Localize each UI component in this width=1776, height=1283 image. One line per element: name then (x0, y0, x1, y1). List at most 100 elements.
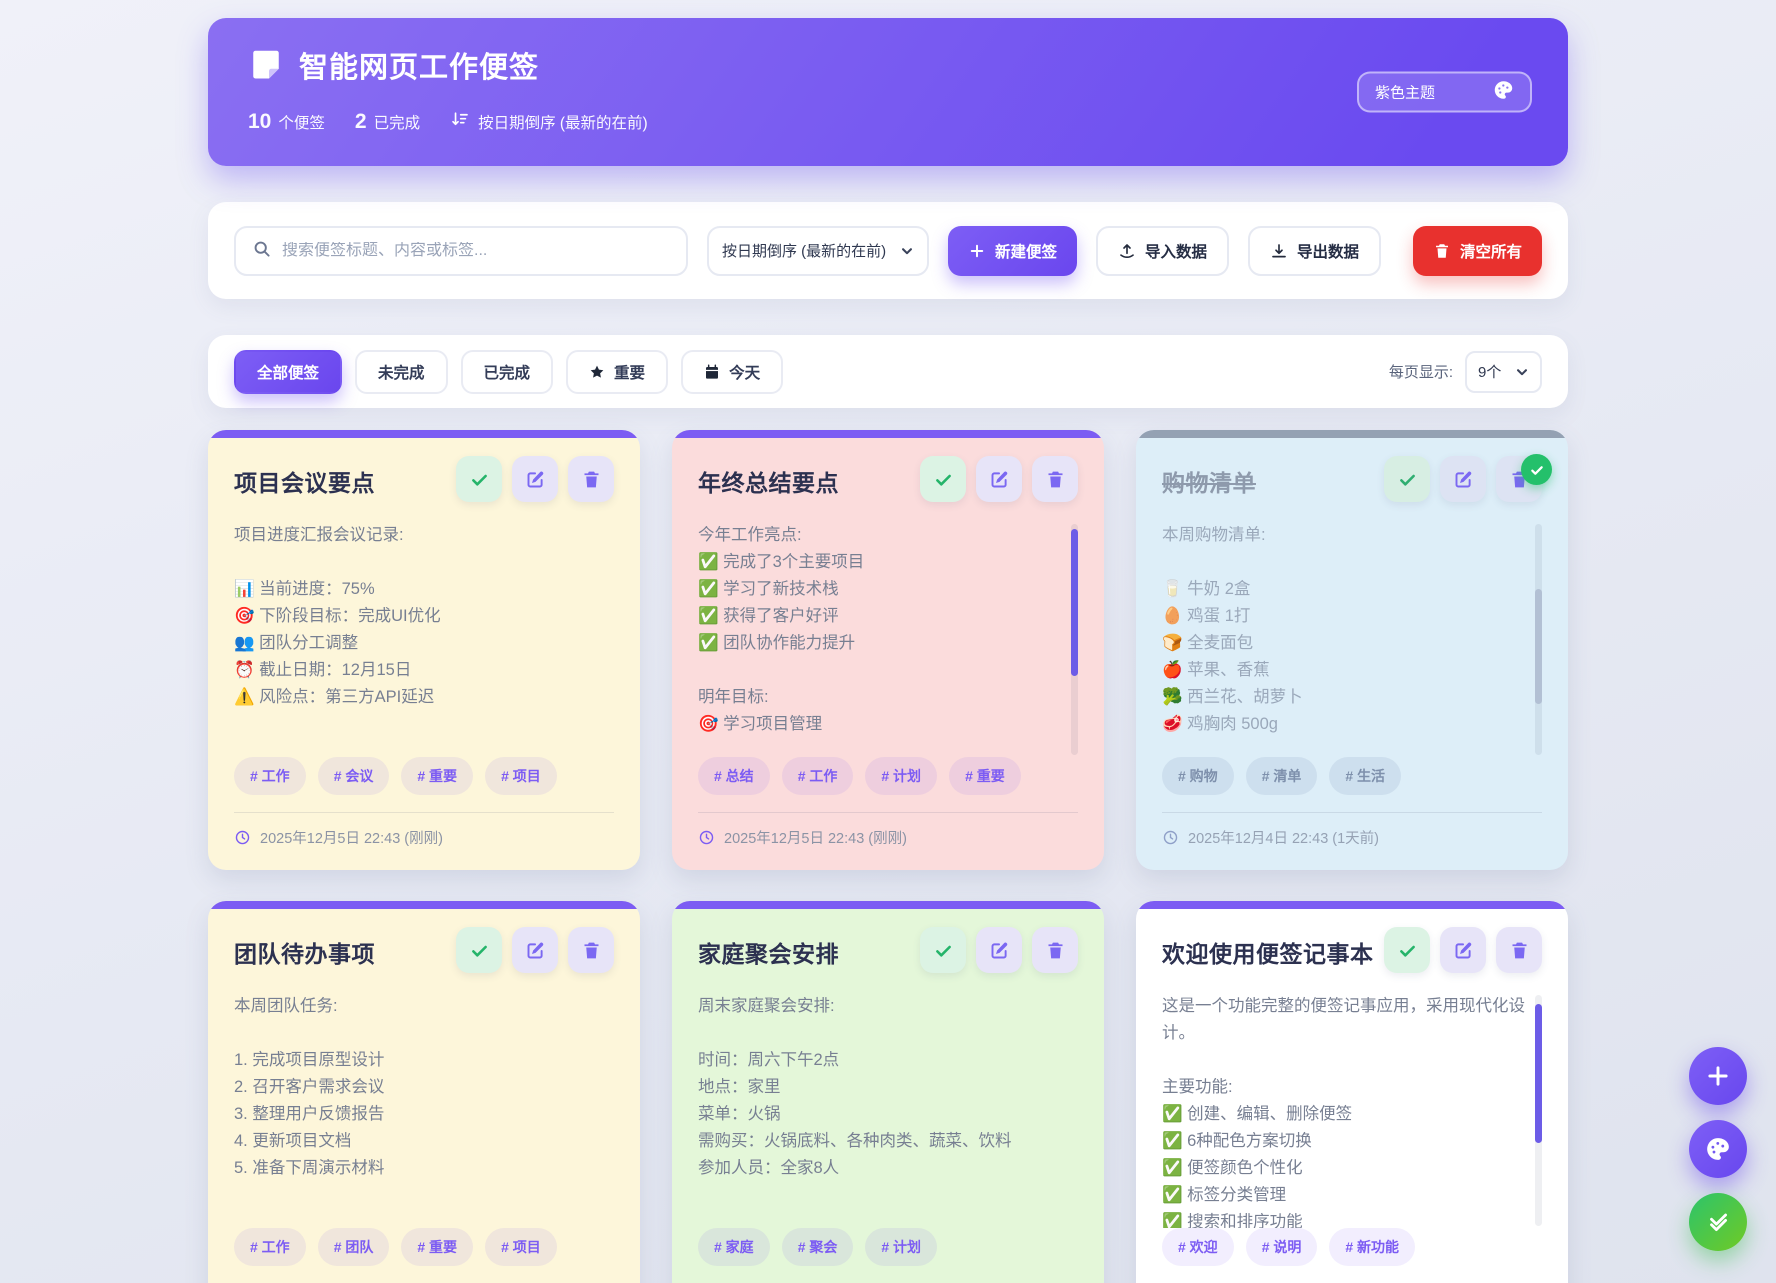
edit-note-button[interactable] (512, 456, 558, 502)
note-actions (1384, 927, 1542, 973)
note-tag: # 总结 (698, 757, 770, 795)
complete-note-button[interactable] (456, 927, 502, 973)
complete-note-button[interactable] (1384, 927, 1430, 973)
new-note-label: 新建便签 (995, 240, 1057, 262)
fab-theme-button[interactable] (1689, 1120, 1747, 1178)
note-content-line (1162, 549, 1526, 576)
note-content-line: 🥛 牛奶 2盒 (1162, 576, 1526, 603)
fab-add-note-button[interactable] (1689, 1047, 1747, 1105)
note-content-line: 这是一个功能完整的便签记事应用，采用现代化设计。 (1162, 993, 1526, 1047)
edit-note-button[interactable] (1440, 456, 1486, 502)
scrollbar-thumb[interactable] (1535, 1004, 1542, 1143)
chevron-down-icon (900, 244, 914, 258)
note-tag: # 计划 (865, 1228, 937, 1266)
delete-note-button[interactable] (1032, 456, 1078, 502)
note-scrollbar[interactable] (1535, 524, 1542, 755)
note-content: 周末家庭聚会安排:时间：周六下午2点地点：家里菜单：火锅需购买：火锅底料、各种肉… (698, 993, 1078, 1228)
note-logo-icon (248, 47, 284, 83)
complete-note-button[interactable] (456, 456, 502, 502)
theme-button[interactable]: 紫色主题 (1357, 72, 1532, 113)
app-header: 智能网页工作便签 10个便签2已完成 按日期倒序 (最新的在前) 紫色主题 (208, 18, 1568, 166)
plus-icon (1705, 1063, 1731, 1089)
per-page-select[interactable]: 9个 (1465, 351, 1542, 393)
check-icon (1397, 940, 1418, 961)
chevron-down-icon (1515, 365, 1529, 379)
filter-tab-未完成[interactable]: 未完成 (355, 350, 448, 394)
note-content-line: 👥 团队分工调整 (234, 630, 598, 657)
edit-note-button[interactable] (976, 456, 1022, 502)
note-footer: 2025年12月5日 22:43 (刚刚) (234, 812, 614, 848)
note-content-line: 明年目标: (698, 684, 1062, 711)
note-title: 家庭聚会安排 (698, 927, 839, 969)
note-content-line: ✅ 6种配色方案切换 (1162, 1128, 1526, 1155)
delete-note-button[interactable] (1496, 927, 1542, 973)
note-content-line: 5. 准备下周演示材料 (234, 1155, 598, 1182)
import-data-button[interactable]: 导入数据 (1096, 226, 1229, 276)
note-tag: # 计划 (865, 757, 937, 795)
plus-icon (968, 242, 986, 260)
note-content-line: 本周购物清单: (1162, 522, 1526, 549)
note-footer: 2025年12月5日 22:43 (刚刚) (698, 812, 1078, 848)
delete-note-button[interactable] (568, 456, 614, 502)
note-tags: # 总结# 工作# 计划# 重要 (698, 757, 1078, 812)
note-content: 今年工作亮点:✅ 完成了3个主要项目✅ 学习了新技术栈✅ 获得了客户好评✅ 团队… (698, 522, 1078, 757)
filter-tab-今天[interactable]: 今天 (681, 350, 783, 394)
note-tag: # 团队 (318, 1228, 390, 1266)
edit-note-button[interactable] (1440, 927, 1486, 973)
scrollbar-thumb[interactable] (1535, 589, 1542, 705)
check-icon (469, 469, 490, 490)
note-content-line: 参加人员：全家8人 (698, 1155, 1062, 1182)
sort-status: 按日期倒序 (最新的在前) (450, 110, 648, 134)
note-tag: # 重要 (401, 757, 473, 795)
edit-note-button[interactable] (976, 927, 1022, 973)
note-tags: # 购物# 清单# 生活 (1162, 757, 1542, 812)
complete-note-button[interactable] (920, 456, 966, 502)
sort-order-select[interactable]: 按日期倒序 (最新的在前) (707, 226, 929, 276)
note-content-line (698, 657, 1062, 684)
filter-tab-label: 重要 (614, 361, 645, 383)
note-content-line (698, 1020, 1062, 1047)
note-tag: # 工作 (234, 1228, 306, 1266)
header-stat: 10个便签 (248, 110, 325, 134)
note-content-line: ✅ 创建、编辑、删除便签 (1162, 1101, 1526, 1128)
note-content-line (234, 1020, 598, 1047)
trash-icon (581, 940, 602, 961)
check-icon (469, 940, 490, 961)
edit-note-button[interactable] (512, 927, 558, 973)
header-stats: 10个便签2已完成 按日期倒序 (最新的在前) (248, 110, 1528, 134)
note-actions (1384, 456, 1542, 502)
filter-tab-重要[interactable]: 重要 (566, 350, 668, 394)
delete-note-button[interactable] (568, 927, 614, 973)
clear-all-button[interactable]: 清空所有 (1413, 226, 1542, 276)
note-content-line: 4. 更新项目文档 (234, 1128, 598, 1155)
note-content-line: 周末家庭聚会安排: (698, 993, 1062, 1020)
note-scrollbar[interactable] (1535, 995, 1542, 1226)
filter-tab-全部便签[interactable]: 全部便签 (234, 350, 342, 394)
fab-complete-all-button[interactable] (1689, 1193, 1747, 1251)
note-content-line: 地点：家里 (698, 1074, 1062, 1101)
completed-badge (1521, 454, 1552, 485)
check-icon (1529, 462, 1545, 478)
edit-icon (989, 940, 1010, 961)
notes-grid: 项目会议要点 项目进度汇报会议记录:📊 当前进度：75%🎯 下阶段目标：完成UI… (208, 430, 1568, 1283)
filter-tab-已完成[interactable]: 已完成 (461, 350, 554, 394)
note-actions (456, 927, 614, 973)
new-note-button[interactable]: 新建便签 (948, 226, 1077, 276)
scrollbar-thumb[interactable] (1071, 529, 1078, 677)
note-scrollbar[interactable] (1071, 524, 1078, 755)
clock-icon (1162, 829, 1179, 846)
toolbar: 按日期倒序 (最新的在前) 新建便签 导入数据 导出数据 清空所有 (208, 202, 1568, 299)
stat-value: 10 (248, 110, 271, 134)
complete-note-button[interactable] (920, 927, 966, 973)
note-tag: # 欢迎 (1162, 1228, 1234, 1266)
clock-icon (234, 829, 251, 846)
note-card: 家庭聚会安排 周末家庭聚会安排:时间：周六下午2点地点：家里菜单：火锅需购买：火… (672, 901, 1104, 1283)
trash-icon (581, 469, 602, 490)
delete-note-button[interactable] (1032, 927, 1078, 973)
export-data-button[interactable]: 导出数据 (1248, 226, 1381, 276)
note-content-line: 🍞 全麦面包 (1162, 630, 1526, 657)
note-content-line: ✅ 获得了客户好评 (698, 603, 1062, 630)
restore-note-button[interactable] (1384, 456, 1430, 502)
filter-tab-label: 已完成 (484, 361, 531, 383)
search-input[interactable] (282, 242, 670, 260)
